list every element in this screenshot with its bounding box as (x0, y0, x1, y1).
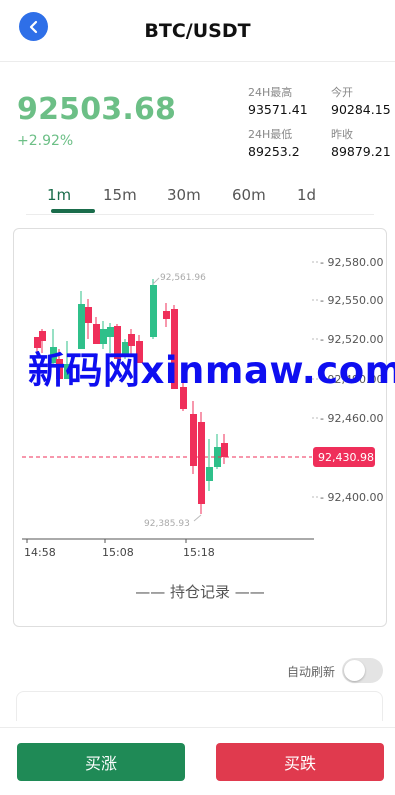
stat-value: 90284.15 (331, 102, 391, 117)
y-tick-label: - 92,580.00 (320, 256, 383, 269)
stat-label: 今开 (331, 86, 353, 99)
toggle-knob (344, 660, 365, 681)
stat-value: 89253.2 (248, 144, 300, 159)
stat-label: 24H最高 (248, 86, 293, 99)
stat-label: 昨收 (331, 128, 353, 141)
x-tick-label: 15:08 (102, 546, 134, 559)
candle-body (190, 414, 197, 466)
candle-body (107, 327, 114, 337)
stat-24h-low: 24H最低 89253.2 (248, 126, 300, 159)
candle-body (198, 422, 205, 504)
position-records-title: —— 持仓记录 —— (135, 583, 265, 601)
price-change: +2.92% (17, 133, 74, 149)
header: BTC/USDT (0, 0, 395, 62)
current-price: 92503.68 (17, 92, 177, 127)
tab-60m[interactable]: 60m (232, 186, 266, 204)
bottom-action-bar: 买涨 买跌 (0, 727, 395, 795)
buy-up-button[interactable]: 买涨 (17, 743, 185, 781)
candle-body (206, 467, 213, 481)
candlestick-chart[interactable]: - 92,580.00- 92,550.00- 92,520.00- 92,49… (14, 229, 386, 569)
low-marker-label: 92,385.93 (144, 519, 190, 529)
interval-tabs: 1m 15m 30m 60m 1d (26, 183, 374, 215)
candle-body (85, 307, 92, 323)
stat-value: 89879.21 (331, 144, 391, 159)
candle-body (221, 443, 228, 457)
y-tick-label: - 92,460.00 (320, 412, 383, 425)
watermark: 新码网xinmaw.com (28, 349, 395, 392)
high-marker-line (152, 277, 160, 285)
tab-1m[interactable]: 1m (47, 186, 71, 204)
candle-body (150, 285, 157, 337)
buy-down-button[interactable]: 买跌 (216, 743, 384, 781)
page-title: BTC/USDT (144, 20, 251, 42)
low-marker-line (193, 514, 202, 522)
stat-open: 今开 90284.15 (331, 84, 391, 117)
stat-24h-high: 24H最高 93571.41 (248, 84, 308, 117)
high-marker-label: 92,561.96 (160, 273, 206, 283)
tab-15m[interactable]: 15m (103, 186, 137, 204)
kline-chart-card: - 92,580.00- 92,550.00- 92,520.00- 92,49… (13, 228, 387, 627)
candle-body (163, 311, 170, 319)
tab-30m[interactable]: 30m (167, 186, 201, 204)
current-price-tag-label: 92,430.98 (318, 451, 374, 464)
tab-1d[interactable]: 1d (297, 186, 316, 204)
stat-prev-close: 昨收 89879.21 (331, 126, 391, 159)
active-tab-indicator (51, 209, 95, 213)
y-tick-label: - 92,400.00 (320, 491, 383, 504)
auto-refresh-label: 自动刷新 (286, 665, 335, 679)
stat-label: 24H最低 (248, 128, 293, 141)
position-records-list (16, 691, 383, 721)
x-tick-label: 14:58 (24, 546, 56, 559)
stat-value: 93571.41 (248, 102, 308, 117)
y-tick-label: - 92,550.00 (320, 294, 383, 307)
x-tick-label: 15:18 (183, 546, 215, 559)
auto-refresh-toggle[interactable] (342, 658, 383, 683)
